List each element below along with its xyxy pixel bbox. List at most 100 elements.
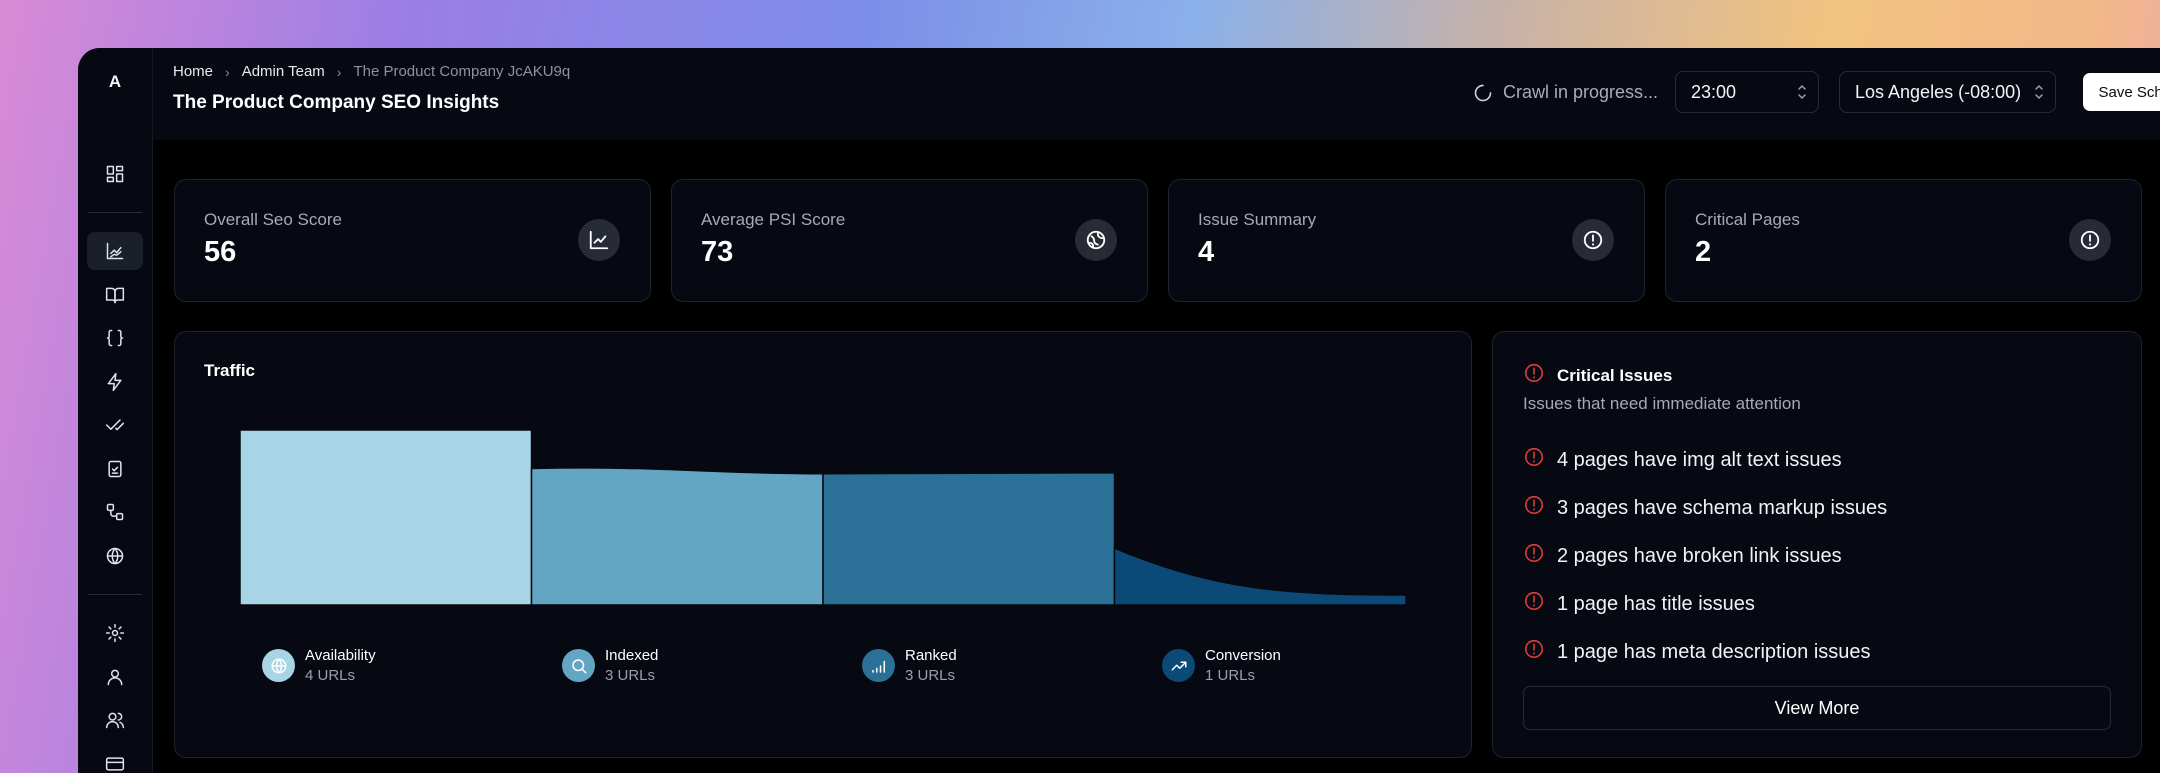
legend-item-conversion: Conversion 1 URLs	[1162, 647, 1281, 684]
critical-issues-card: Critical Issues Issues that need immedia…	[1492, 331, 2142, 758]
legend-item-indexed: Indexed 3 URLs	[562, 647, 658, 684]
issue-text: 3 pages have schema markup issues	[1557, 496, 1888, 519]
stat-card-psi-score: Average PSI Score 73	[671, 179, 1148, 302]
critical-issues-subtitle: Issues that need immediate attention	[1523, 394, 1801, 413]
check-check-icon	[105, 419, 125, 431]
critical-issues-header: Critical Issues	[1523, 362, 1672, 389]
stat-card-critical-pages: Critical Pages 2	[1665, 179, 2142, 302]
alert-circle-icon	[1523, 638, 1545, 666]
legend-count: 3 URLs	[605, 667, 656, 684]
crawl-status-text: Crawl in progress...	[1503, 82, 1659, 102]
breadcrumb-home[interactable]: Home	[173, 63, 213, 80]
alert-circle-icon	[2069, 219, 2111, 261]
sidebar-item-docs[interactable]	[87, 276, 143, 314]
issue-text: 4 pages have img alt text issues	[1557, 448, 1842, 471]
sidebar-item-settings[interactable]	[87, 614, 143, 652]
issue-item: 1 page has title issues	[1523, 590, 1755, 618]
trending-up-icon	[1162, 649, 1195, 682]
issue-item: 2 pages have broken link issues	[1523, 542, 1842, 570]
dashboard-icon	[106, 165, 124, 183]
stat-label: Overall Seo Score	[204, 210, 342, 229]
sidebar-item-schema[interactable]	[87, 319, 143, 357]
issue-item: 4 pages have img alt text issues	[1523, 446, 1842, 474]
loader-icon	[1474, 84, 1492, 101]
view-more-button[interactable]: View More	[1523, 686, 2111, 730]
legend-count: 4 URLs	[305, 667, 356, 684]
credit-card-icon	[105, 757, 125, 771]
braces-icon	[106, 329, 124, 347]
sidebar: A	[78, 48, 153, 773]
sidebar-divider	[88, 594, 142, 595]
clipboard-check-icon	[108, 460, 122, 478]
logo: A	[108, 72, 122, 91]
chart-line-icon	[578, 219, 620, 261]
legend-name: Ranked	[905, 647, 957, 664]
legend-item-availability: Availability 4 URLs	[262, 647, 376, 684]
legend-item-ranked: Ranked 3 URLs	[862, 647, 957, 684]
chevron-right-icon: ›	[336, 63, 342, 80]
gauge-icon	[1075, 219, 1117, 261]
stat-label: Average PSI Score	[701, 210, 846, 229]
time-select-value: 23:00	[1691, 81, 1737, 102]
legend-name: Indexed	[605, 647, 659, 664]
funnel-stage-availability	[239, 429, 533, 606]
legend-name: Availability	[305, 647, 376, 664]
gear-icon	[105, 623, 125, 643]
chart-line-icon	[106, 242, 124, 260]
signal-icon	[862, 649, 895, 682]
search-icon	[562, 649, 595, 682]
breadcrumb-team[interactable]: Admin Team	[242, 63, 325, 80]
book-open-icon	[105, 287, 125, 304]
sidebar-divider	[88, 212, 142, 213]
zap-icon	[107, 372, 122, 392]
sidebar-item-profile[interactable]	[87, 658, 143, 696]
save-schedule-button[interactable]: Save Schedule	[2083, 73, 2160, 111]
stat-card-seo-score: Overall Seo Score 56	[174, 179, 651, 302]
issue-item: 1 page has meta description issues	[1523, 638, 1871, 666]
critical-issues-title: Critical Issues	[1557, 365, 1673, 385]
time-select[interactable]: 23:00	[1675, 71, 1819, 113]
users-icon	[105, 712, 125, 729]
sidebar-item-billing[interactable]	[87, 745, 143, 773]
chevrons-up-down-icon	[2035, 85, 2043, 99]
sidebar-item-analytics[interactable]	[87, 232, 143, 270]
sidebar-item-team[interactable]	[87, 701, 143, 739]
issue-text: 1 page has meta description issues	[1557, 640, 1871, 663]
funnel-stage-indexed	[530, 467, 824, 606]
funnel-stage-conversion	[1113, 546, 1407, 606]
chevron-right-icon: ›	[225, 63, 230, 80]
sidebar-item-checks[interactable]	[87, 406, 143, 444]
stat-label: Issue Summary	[1198, 210, 1317, 229]
issue-text: 1 page has title issues	[1557, 592, 1755, 615]
stat-label: Critical Pages	[1695, 210, 1800, 229]
timezone-select[interactable]: Los Angeles (-08:00)	[1839, 71, 2056, 113]
alert-circle-icon	[1523, 362, 1545, 389]
stat-value: 73	[701, 236, 734, 268]
crawl-status: Crawl in progress...	[1473, 82, 1658, 103]
stat-value: 56	[204, 236, 237, 268]
globe-icon	[262, 649, 295, 682]
issue-item: 3 pages have schema markup issues	[1523, 494, 1887, 522]
sidebar-item-dashboard[interactable]	[87, 155, 143, 193]
sidebar-item-audit[interactable]	[87, 450, 143, 488]
traffic-card: Traffic Availability 4 URLs Indexed 3 UR…	[174, 331, 1472, 758]
sidebar-item-workflow[interactable]	[87, 493, 143, 531]
stat-value: 2	[1695, 236, 1712, 268]
breadcrumb-current: The Product Company JcAKU9q	[353, 63, 571, 80]
alert-circle-icon	[1523, 446, 1545, 474]
funnel-stage-ranked	[822, 471, 1116, 606]
legend-name: Conversion	[1205, 647, 1281, 664]
sidebar-item-global[interactable]	[87, 537, 143, 575]
issue-text: 2 pages have broken link issues	[1557, 544, 1842, 567]
alert-circle-icon	[1523, 542, 1545, 570]
traffic-funnel-chart	[239, 429, 1407, 606]
breadcrumb: Home › Admin Team › The Product Company …	[173, 63, 570, 80]
alert-circle-icon	[1572, 219, 1614, 261]
globe-icon	[106, 547, 124, 565]
legend-count: 1 URLs	[1205, 667, 1256, 684]
stat-value: 4	[1198, 236, 1215, 268]
stat-card-issue-summary: Issue Summary 4	[1168, 179, 1645, 302]
sidebar-item-performance[interactable]	[87, 363, 143, 401]
alert-circle-icon	[1523, 494, 1545, 522]
page-title: The Product Company SEO Insights	[173, 92, 500, 113]
